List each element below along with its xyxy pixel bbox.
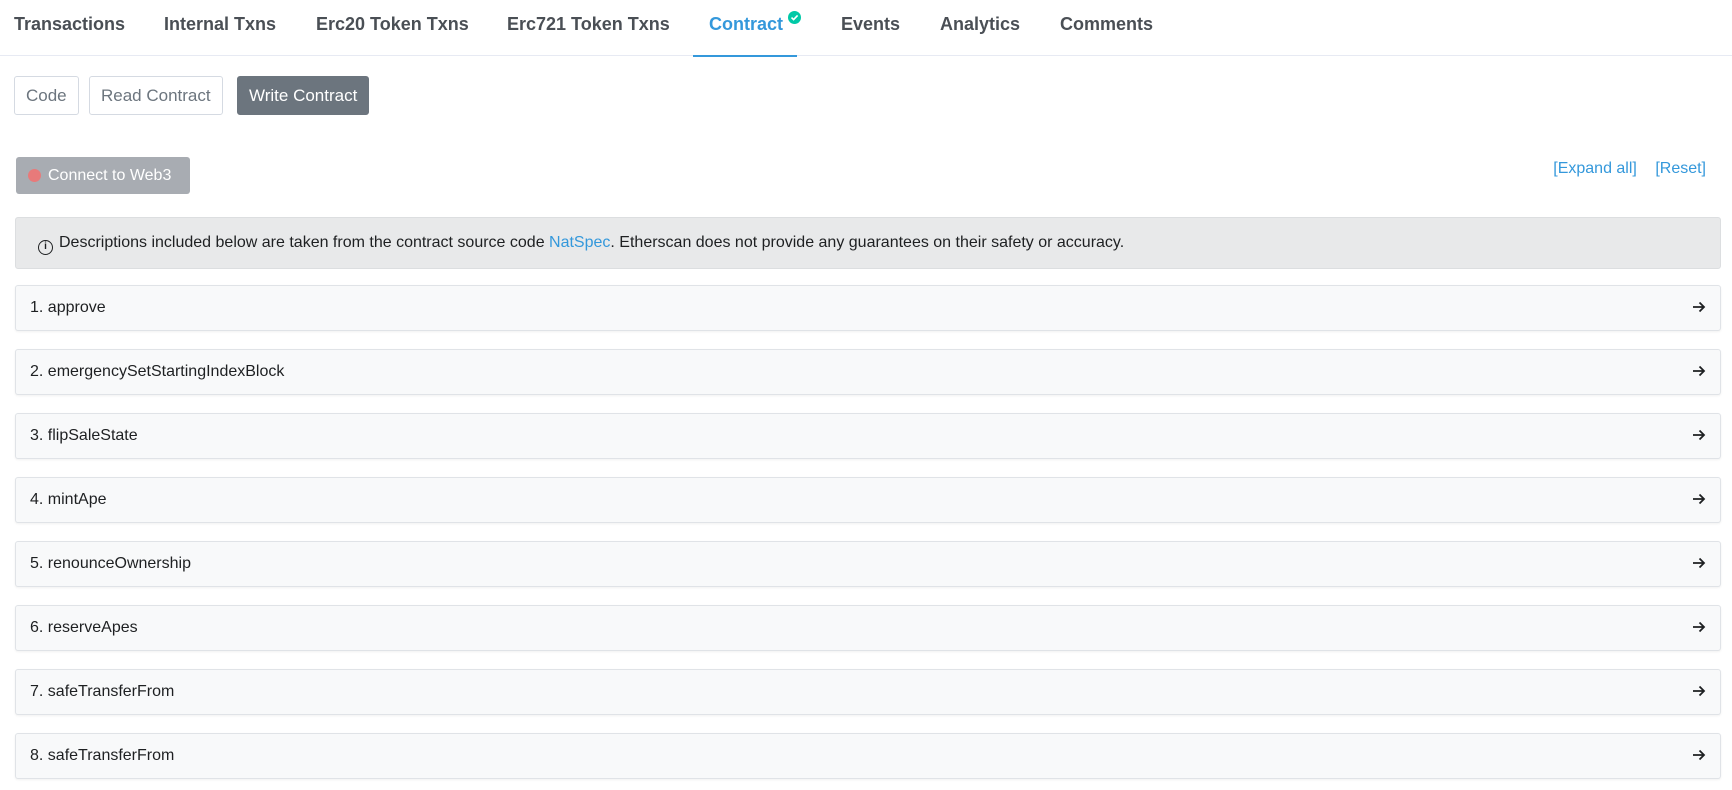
tab-analytics[interactable]: Analytics <box>940 0 1020 56</box>
tab-transactions[interactable]: Transactions <box>14 0 125 56</box>
expand-all-link[interactable]: [Expand all] <box>1553 160 1637 177</box>
function-label: 6. reserveApes <box>30 619 138 636</box>
function-row-renounce-ownership[interactable]: 5. renounceOwnership <box>15 541 1721 587</box>
code-button[interactable]: Code <box>14 76 79 115</box>
notice-text-after: . Etherscan does not provide any guarant… <box>610 234 1125 251</box>
function-row-flip-sale-state[interactable]: 3. flipSaleState <box>15 413 1721 459</box>
arrow-right-icon <box>1693 749 1706 761</box>
verified-check-icon <box>788 11 802 24</box>
arrow-right-icon <box>1693 301 1706 313</box>
info-icon: i <box>38 240 53 255</box>
function-row-approve[interactable]: 1. approve <box>15 285 1721 331</box>
arrow-right-icon <box>1693 429 1706 441</box>
function-row-emergency-set-starting-index-block[interactable]: 2. emergencySetStartingIndexBlock <box>15 349 1721 395</box>
function-row-reserve-apes[interactable]: 6. reserveApes <box>15 605 1721 651</box>
accordion-controls: [Expand all] [Reset] <box>1539 160 1706 178</box>
tab-contract[interactable]: Contract <box>692 0 802 57</box>
function-row-safe-transfer-from-2[interactable]: 8. safeTransferFrom <box>15 733 1721 779</box>
connection-status-icon <box>28 169 41 182</box>
reset-link[interactable]: [Reset] <box>1655 160 1706 177</box>
arrow-right-icon <box>1693 621 1706 633</box>
tab-events[interactable]: Events <box>841 0 900 56</box>
natspec-link[interactable]: NatSpec <box>549 234 610 251</box>
tab-internal-txns[interactable]: Internal Txns <box>164 0 276 56</box>
function-label: 2. emergencySetStartingIndexBlock <box>30 363 285 380</box>
tab-comments[interactable]: Comments <box>1060 0 1153 56</box>
notice-text-before: Descriptions included below are taken fr… <box>59 234 550 251</box>
function-label: 3. flipSaleState <box>30 427 138 444</box>
function-label: 8. safeTransferFrom <box>30 747 175 764</box>
function-row-safe-transfer-from[interactable]: 7. safeTransferFrom <box>15 669 1721 715</box>
contract-tabs: Transactions Internal Txns Erc20 Token T… <box>0 0 1732 57</box>
arrow-right-icon <box>1693 493 1706 505</box>
arrow-right-icon <box>1693 365 1706 377</box>
function-row-mint-ape[interactable]: 4. mintApe <box>15 477 1721 523</box>
natspec-notice: i Descriptions included below are taken f… <box>15 217 1721 269</box>
function-label: 4. mintApe <box>30 491 107 508</box>
tab-erc721-token-txns[interactable]: Erc721 Token Txns <box>507 0 670 56</box>
function-label: 5. renounceOwnership <box>30 555 191 572</box>
function-label: 7. safeTransferFrom <box>30 683 175 700</box>
write-contract-button[interactable]: Write Contract <box>237 76 370 115</box>
arrow-right-icon <box>1693 685 1706 697</box>
tab-contract-label: Contract <box>709 14 784 34</box>
read-contract-button[interactable]: Read Contract <box>89 76 223 115</box>
function-label: 1. approve <box>30 299 106 316</box>
arrow-right-icon <box>1693 557 1706 569</box>
connect-web3-label: Connect to Web3 <box>48 167 172 184</box>
connect-web3-button[interactable]: Connect to Web3 <box>16 157 190 194</box>
tab-erc20-token-txns[interactable]: Erc20 Token Txns <box>316 0 469 56</box>
